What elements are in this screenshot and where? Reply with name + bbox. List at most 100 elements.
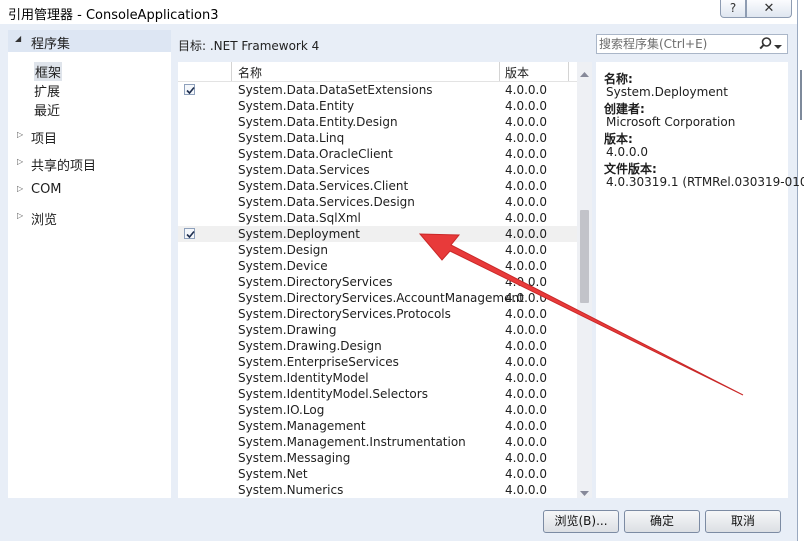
nav-item-shared-projects[interactable]: ▷ 共享的项目 bbox=[8, 154, 171, 174]
row-version: 4.0.0.0 bbox=[505, 291, 547, 305]
collapsed-triangle-icon: ▷ bbox=[17, 184, 24, 193]
list-row[interactable]: System.IdentityModel 4.0.0.0 bbox=[178, 370, 577, 386]
nav-subitem-label: 扩展 bbox=[34, 85, 61, 100]
list-row[interactable]: System.Data.Entity 4.0.0.0 bbox=[178, 98, 577, 114]
nav-subitem-extensions[interactable]: 扩展 bbox=[8, 81, 171, 100]
detail-version-value: 4.0.0.0 bbox=[606, 145, 648, 159]
list-row[interactable]: System.DirectoryServices.Protocols 4.0.0.… bbox=[178, 306, 577, 322]
list-row[interactable]: System.DirectoryServices.AccountManageme… bbox=[178, 290, 577, 306]
row-checkbox[interactable] bbox=[184, 84, 195, 95]
search-box[interactable] bbox=[596, 34, 788, 54]
details-panel: 名称: System.Deployment 创建者: Microsoft Cor… bbox=[596, 62, 804, 498]
help-button[interactable]: ? bbox=[720, 0, 746, 18]
row-assembly-name: System.Management.Instrumentation bbox=[238, 435, 466, 449]
cancel-button[interactable]: 取消 bbox=[705, 510, 781, 533]
search-dropdown-icon[interactable] bbox=[774, 40, 782, 49]
row-version: 4.0.0.0 bbox=[505, 307, 547, 321]
list-row[interactable]: System.Design 4.0.0.0 bbox=[178, 242, 577, 258]
list-row[interactable]: System.Data.Services.Client 4.0.0.0 bbox=[178, 178, 577, 194]
row-assembly-name: System.Management bbox=[238, 419, 366, 433]
list-row[interactable]: System.Data.Entity.Design 4.0.0.0 bbox=[178, 114, 577, 130]
nav-item-label: 浏览 bbox=[31, 213, 58, 228]
browse-button[interactable]: 浏览(B)... bbox=[543, 510, 619, 533]
search-icon[interactable] bbox=[759, 36, 772, 52]
list-row[interactable]: System.DirectoryServices 4.0.0.0 bbox=[178, 274, 577, 290]
reference-manager-window: 引用管理器 - ConsoleApplication3 ? ✕ ◢ 程序集 框架… bbox=[0, 0, 804, 541]
collapsed-triangle-icon: ▷ bbox=[17, 211, 24, 220]
list-row[interactable]: System.Management.Instrumentation 4.0.0.0 bbox=[178, 434, 577, 450]
list-row[interactable]: System.Data.SqlXml 4.0.0.0 bbox=[178, 210, 577, 226]
column-separator[interactable] bbox=[231, 62, 232, 81]
row-version: 4.0.0.0 bbox=[505, 179, 547, 193]
list-row[interactable]: System.Deployment 4.0.0.0 bbox=[178, 226, 577, 242]
row-assembly-name: System.Data.Services.Client bbox=[238, 179, 409, 193]
row-version: 4.0.0.0 bbox=[505, 275, 547, 289]
row-version: 4.0.0.0 bbox=[505, 387, 547, 401]
list-column-header: 名称 版本 bbox=[178, 62, 577, 82]
row-version: 4.0.0.0 bbox=[505, 99, 547, 113]
target-framework-label: 目标: .NET Framework 4 bbox=[178, 39, 320, 53]
list-row[interactable]: System.Data.Services 4.0.0.0 bbox=[178, 162, 577, 178]
close-button[interactable]: ✕ bbox=[746, 0, 792, 18]
column-header-version[interactable]: 版本 bbox=[505, 64, 529, 81]
row-version: 4.0.0.0 bbox=[505, 115, 547, 129]
collapsed-triangle-icon: ▷ bbox=[17, 130, 24, 139]
row-version: 4.0.0.0 bbox=[505, 259, 547, 273]
nav-subitem-label: 最近 bbox=[34, 104, 61, 119]
list-row[interactable]: System.Management 4.0.0.0 bbox=[178, 418, 577, 434]
detail-creator-value: Microsoft Corporation bbox=[606, 115, 736, 129]
row-version: 4.0.0.0 bbox=[505, 339, 547, 353]
list-row[interactable]: System.IdentityModel.Selectors 4.0.0.0 bbox=[178, 386, 577, 402]
row-assembly-name: System.Data.DataSetExtensions bbox=[238, 83, 433, 97]
row-version: 4.0.0.0 bbox=[505, 435, 547, 449]
list-row[interactable]: System.Data.Services.Design 4.0.0.0 bbox=[178, 194, 577, 210]
row-assembly-name: System.Drawing bbox=[238, 323, 337, 337]
list-row[interactable]: System.Data.OracleClient 4.0.0.0 bbox=[178, 146, 577, 162]
row-checkbox[interactable] bbox=[184, 228, 195, 239]
row-assembly-name: System.Messaging bbox=[238, 451, 351, 465]
scroll-down-icon[interactable] bbox=[580, 486, 589, 496]
nav-item-projects[interactable]: ▷ 项目 bbox=[8, 127, 171, 147]
title-bar: 引用管理器 - ConsoleApplication3 ? ✕ bbox=[0, 0, 797, 24]
list-row[interactable]: System.Data.DataSetExtensions 4.0.0.0 bbox=[178, 82, 577, 98]
row-version: 4.0.0.0 bbox=[505, 195, 547, 209]
list-row[interactable]: System.EnterpriseServices 4.0.0.0 bbox=[178, 354, 577, 370]
row-version: 4.0.0.0 bbox=[505, 483, 547, 497]
nav-subitem-recent[interactable]: 最近 bbox=[8, 100, 171, 119]
column-header-name[interactable]: 名称 bbox=[238, 64, 262, 81]
row-assembly-name: System.Numerics bbox=[238, 483, 344, 497]
row-assembly-name: System.Data.Entity.Design bbox=[238, 115, 398, 129]
list-row[interactable]: System.IO.Log 4.0.0.0 bbox=[178, 402, 577, 418]
ok-button[interactable]: 确定 bbox=[624, 510, 700, 533]
row-assembly-name: System.Data.OracleClient bbox=[238, 147, 393, 161]
list-row[interactable]: System.Device 4.0.0.0 bbox=[178, 258, 577, 274]
search-input[interactable] bbox=[599, 36, 759, 52]
list-row[interactable]: System.Messaging 4.0.0.0 bbox=[178, 450, 577, 466]
scrollbar-thumb[interactable] bbox=[580, 210, 589, 303]
scroll-up-icon[interactable] bbox=[580, 67, 589, 77]
column-separator[interactable] bbox=[499, 62, 500, 81]
nav-item-com[interactable]: ▷ COM bbox=[8, 181, 171, 201]
vertical-scrollbar[interactable] bbox=[577, 62, 592, 498]
expanded-triangle-icon: ◢ bbox=[15, 34, 22, 43]
row-assembly-name: System.Design bbox=[238, 243, 328, 257]
list-row[interactable]: System.Numerics 4.0.0.0 bbox=[178, 482, 577, 498]
list-row[interactable]: System.Data.Linq 4.0.0.0 bbox=[178, 130, 577, 146]
list-row[interactable]: System.Drawing 4.0.0.0 bbox=[178, 322, 577, 338]
assembly-list: 名称 版本 System.Data.DataSetExtensions 4.0.0… bbox=[178, 62, 592, 498]
row-assembly-name: System.Device bbox=[238, 259, 328, 273]
column-separator[interactable] bbox=[568, 62, 569, 81]
list-row[interactable]: System.Drawing.Design 4.0.0.0 bbox=[178, 338, 577, 354]
nav-item-browse[interactable]: ▷ 浏览 bbox=[8, 208, 171, 228]
nav-header-label: 程序集 bbox=[31, 37, 71, 52]
collapsed-triangle-icon: ▷ bbox=[17, 157, 24, 166]
row-assembly-name: System.IdentityModel bbox=[238, 371, 369, 385]
nav-header-assemblies[interactable]: ◢ 程序集 bbox=[8, 30, 171, 52]
row-assembly-name: System.Data.Entity bbox=[238, 99, 355, 113]
list-row[interactable]: System.Net 4.0.0.0 bbox=[178, 466, 577, 482]
row-assembly-name: System.DirectoryServices.Protocols bbox=[238, 307, 451, 321]
row-version: 4.0.0.0 bbox=[505, 451, 547, 465]
window-title: 引用管理器 - ConsoleApplication3 bbox=[8, 8, 219, 23]
nav-subitem-framework[interactable]: 框架 bbox=[8, 62, 171, 81]
nav-item-label: COM bbox=[31, 182, 62, 197]
